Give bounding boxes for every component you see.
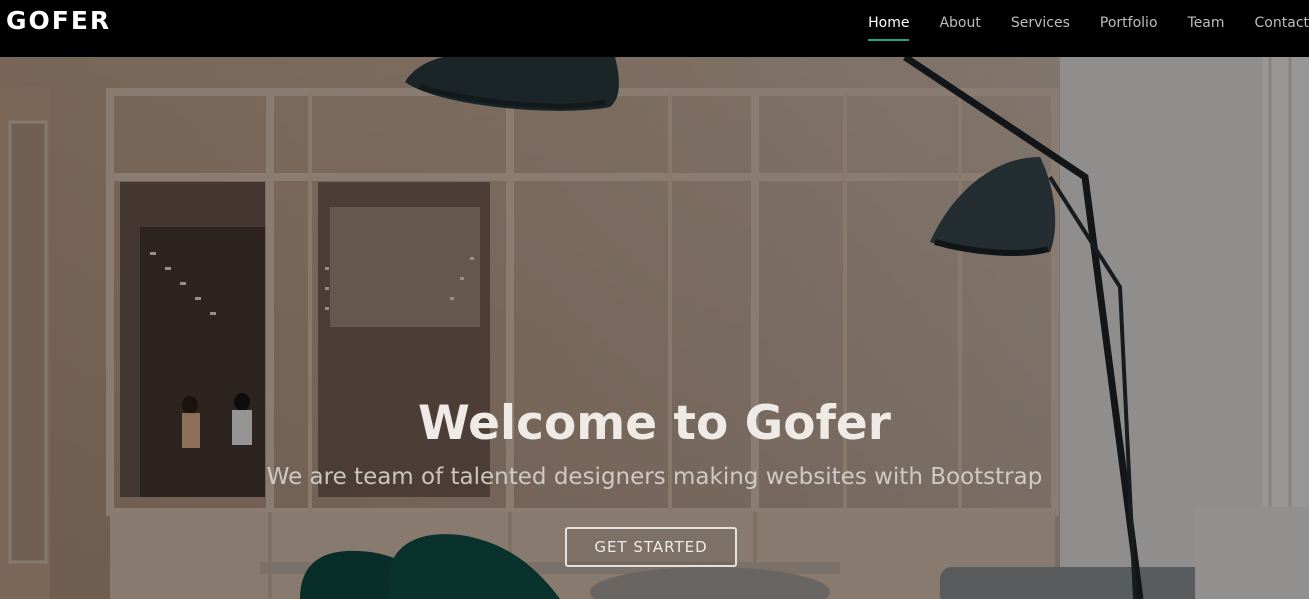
nav-item-home[interactable]: Home xyxy=(868,0,910,41)
hero-subtitle: We are team of talented designers making… xyxy=(266,464,1043,490)
nav-item-about[interactable]: About xyxy=(939,0,980,33)
nav-menu: Home About Services Portfolio Team Conta… xyxy=(868,0,1309,57)
hero-section: Welcome to Gofer We are team of talented… xyxy=(0,57,1309,599)
nav-item-team[interactable]: Team xyxy=(1188,0,1225,33)
nav-item-portfolio[interactable]: Portfolio xyxy=(1100,0,1158,33)
brand-logo[interactable]: GOFER xyxy=(6,5,111,37)
top-navbar: GOFER Home About Services Portfolio Team… xyxy=(0,0,1309,57)
hero-title: Welcome to Gofer xyxy=(417,396,891,451)
nav-item-contact[interactable]: Contact xyxy=(1255,0,1309,33)
hero-content: Welcome to Gofer We are team of talented… xyxy=(0,57,1309,599)
get-started-button[interactable]: GET STARTED xyxy=(565,527,737,567)
nav-item-services[interactable]: Services xyxy=(1011,0,1070,33)
